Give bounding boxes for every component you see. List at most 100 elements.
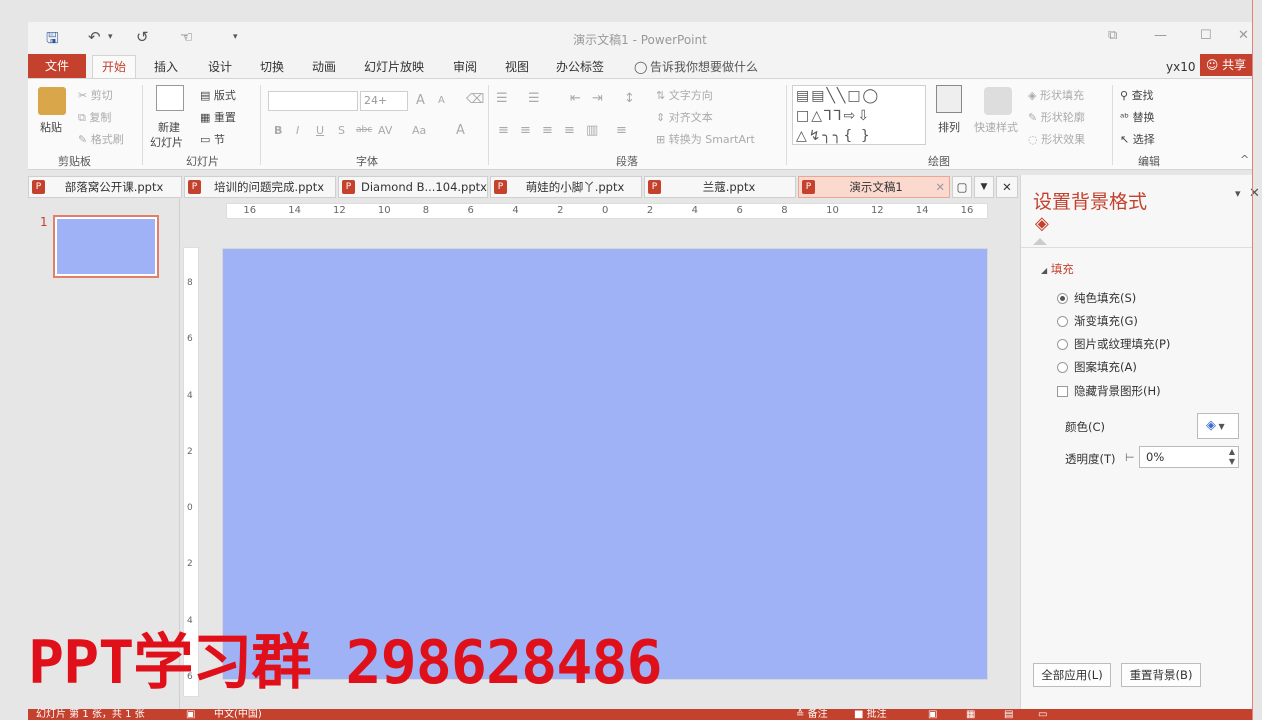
indent-increase-icon[interactable]: ⇥ bbox=[592, 91, 603, 106]
close-tab-icon[interactable]: ✕ bbox=[935, 177, 945, 197]
spellcheck-icon[interactable]: ▣ bbox=[186, 709, 195, 720]
tab-animations[interactable]: 动画 bbox=[310, 57, 338, 78]
shape-fill-button[interactable]: ◈ 形状填充 bbox=[1028, 87, 1084, 103]
pattern-fill-option[interactable]: 图案填充(A) bbox=[1057, 359, 1137, 375]
tab-file[interactable]: 文件 bbox=[28, 54, 86, 78]
section-button[interactable]: ▭ 节 bbox=[200, 131, 225, 147]
font-color-button[interactable]: A bbox=[456, 123, 465, 138]
close-icon[interactable]: ✕ bbox=[1238, 28, 1249, 43]
language-indicator[interactable]: 中文(中国) bbox=[214, 709, 262, 720]
tab-home[interactable]: 开始 bbox=[92, 55, 136, 79]
shapes-gallery[interactable]: ▤▤╲╲□◯ □△⅂⅂⇨⇩ △↯╮╮{ } bbox=[792, 85, 926, 145]
copy-button[interactable]: ⧉ 复制 bbox=[78, 109, 111, 125]
apply-to-all-button[interactable]: 全部应用(L) bbox=[1033, 663, 1111, 687]
doc-tab[interactable]: P 萌娃的小脚丫.pptx bbox=[490, 176, 642, 198]
change-case-button[interactable]: Aa bbox=[412, 124, 426, 137]
fill-bucket-icon[interactable]: ◈ bbox=[1035, 213, 1049, 234]
transparency-input[interactable]: 0% ▲ ▼ bbox=[1139, 446, 1239, 468]
char-spacing-button[interactable]: AV bbox=[378, 124, 392, 137]
bold-button[interactable]: B bbox=[274, 124, 282, 137]
line-spacing-icon[interactable]: ↕ bbox=[624, 91, 635, 106]
layout-button[interactable]: ▤ 版式 bbox=[200, 87, 236, 103]
slide-thumbnail[interactable] bbox=[53, 215, 159, 278]
reset-button[interactable]: ▦ 重置 bbox=[200, 109, 236, 125]
bullets-icon[interactable]: ☰ bbox=[496, 91, 508, 106]
doc-tab-active[interactable]: P 演示文稿1 ✕ bbox=[798, 176, 950, 198]
quick-styles-icon[interactable] bbox=[984, 87, 1012, 115]
tab-transitions[interactable]: 切换 bbox=[258, 57, 286, 78]
tab-slideshow[interactable]: 幻灯片放映 bbox=[362, 57, 426, 78]
collapse-ribbon-icon[interactable]: ^ bbox=[1240, 153, 1249, 166]
tab-insert[interactable]: 插入 bbox=[152, 57, 180, 78]
reading-view-icon[interactable]: ▤ bbox=[1004, 709, 1013, 720]
pane-close-icon[interactable]: ✕ bbox=[1249, 186, 1260, 201]
gradient-fill-option[interactable]: 渐变填充(G) bbox=[1057, 313, 1138, 329]
transparency-slider[interactable]: ⊢ bbox=[1125, 451, 1135, 464]
clear-format-icon[interactable]: ⌫ bbox=[466, 92, 484, 107]
smartart-button[interactable]: ⊞ 转换为 SmartArt bbox=[656, 131, 755, 147]
fill-section-header[interactable]: ◢ 填充 bbox=[1041, 261, 1074, 277]
format-painter-button[interactable]: ✎ 格式刷 bbox=[78, 131, 124, 147]
shape-effects-button[interactable]: ◌ 形状效果 bbox=[1028, 131, 1085, 147]
find-button[interactable]: ⚲ 查找 bbox=[1120, 87, 1154, 103]
quick-styles-button[interactable]: 快速样式 bbox=[974, 119, 1018, 135]
slide-sorter-icon[interactable]: ▦ bbox=[966, 709, 975, 720]
numbering-icon[interactable]: ☰ bbox=[528, 91, 540, 106]
grow-font-button[interactable]: A bbox=[416, 93, 425, 108]
notes-button[interactable]: ≙ 备注 bbox=[796, 709, 828, 720]
maximize-icon[interactable]: ☐ bbox=[1200, 28, 1212, 43]
spinner-icon[interactable]: ▲ ▼ bbox=[1229, 447, 1235, 467]
minimize-icon[interactable]: — bbox=[1154, 28, 1167, 43]
doc-tab[interactable]: P 兰蔻.pptx bbox=[644, 176, 796, 198]
reset-background-button[interactable]: 重置背景(B) bbox=[1121, 663, 1201, 687]
paste-button[interactable]: 粘贴 bbox=[40, 119, 62, 135]
align-text-button[interactable]: ⇕ 对齐文本 bbox=[656, 109, 713, 125]
select-button[interactable]: ↖ 选择 bbox=[1120, 131, 1155, 147]
close-all-icon[interactable]: ✕ bbox=[996, 176, 1018, 198]
align-left-icon[interactable]: ≡ bbox=[498, 123, 509, 138]
color-picker-button[interactable]: ◈ ▼ bbox=[1197, 413, 1239, 439]
paragraph-menu-icon[interactable]: ≡ bbox=[616, 123, 627, 138]
strikethrough-button[interactable]: abc bbox=[356, 125, 372, 135]
tab-list-icon[interactable]: ▼ bbox=[974, 176, 994, 198]
replace-button[interactable]: ᵃᵇ 替换 bbox=[1120, 109, 1155, 125]
shape-outline-button[interactable]: ✎ 形状轮廓 bbox=[1028, 109, 1085, 125]
share-button[interactable]: ☺ 共享 bbox=[1200, 54, 1252, 76]
font-name-input[interactable] bbox=[268, 91, 358, 111]
tab-view[interactable]: 视图 bbox=[503, 57, 531, 78]
arrange-icon[interactable] bbox=[936, 85, 962, 113]
align-center-icon[interactable]: ≡ bbox=[520, 123, 531, 138]
doc-tab[interactable]: P 部落窝公开课.pptx bbox=[28, 176, 182, 198]
ribbon-display-icon[interactable]: ⧉ bbox=[1108, 28, 1117, 43]
new-slide-icon[interactable] bbox=[156, 85, 184, 111]
clipboard-icon[interactable] bbox=[38, 87, 66, 115]
arrange-button[interactable]: 排列 bbox=[938, 119, 960, 135]
shrink-font-button[interactable]: A bbox=[438, 95, 445, 106]
picture-fill-option[interactable]: 图片或纹理填充(P) bbox=[1057, 336, 1170, 352]
align-right-icon[interactable]: ≡ bbox=[542, 123, 553, 138]
italic-button[interactable]: I bbox=[296, 124, 299, 137]
tab-design[interactable]: 设计 bbox=[206, 57, 234, 78]
new-slide-label-1[interactable]: 新建 bbox=[158, 119, 180, 135]
user-name[interactable]: yx10 bbox=[1164, 57, 1197, 78]
solid-fill-option[interactable]: 纯色填充(S) bbox=[1057, 290, 1136, 306]
cut-button[interactable]: ✂ 剪切 bbox=[78, 87, 113, 103]
new-tab-icon[interactable]: ▢ bbox=[952, 176, 972, 198]
pane-menu-icon[interactable]: ▾ bbox=[1235, 187, 1241, 200]
text-direction-button[interactable]: ⇅ 文字方向 bbox=[656, 87, 713, 103]
tell-me-input[interactable]: 告诉我你想要做什么 bbox=[648, 57, 760, 78]
underline-button[interactable]: U bbox=[316, 124, 324, 137]
slideshow-icon[interactable]: ▭ bbox=[1038, 709, 1047, 720]
tab-review[interactable]: 审阅 bbox=[451, 57, 479, 78]
justify-icon[interactable]: ≡ bbox=[564, 123, 575, 138]
indent-decrease-icon[interactable]: ⇤ bbox=[570, 91, 581, 106]
comments-button[interactable]: ■ 批注 bbox=[854, 709, 887, 720]
shadow-button[interactable]: S bbox=[338, 124, 345, 137]
columns-icon[interactable]: ▥ bbox=[586, 123, 598, 138]
doc-tab[interactable]: P Diamond B...104.pptx bbox=[338, 176, 488, 198]
doc-tab[interactable]: P 培训的问题完成.pptx bbox=[184, 176, 336, 198]
normal-view-icon[interactable]: ▣ bbox=[928, 709, 937, 720]
tab-office-tab[interactable]: 办公标签 bbox=[554, 57, 606, 78]
hide-background-graphics-checkbox[interactable]: 隐藏背景图形(H) bbox=[1057, 383, 1161, 399]
slide-canvas[interactable] bbox=[222, 248, 988, 680]
